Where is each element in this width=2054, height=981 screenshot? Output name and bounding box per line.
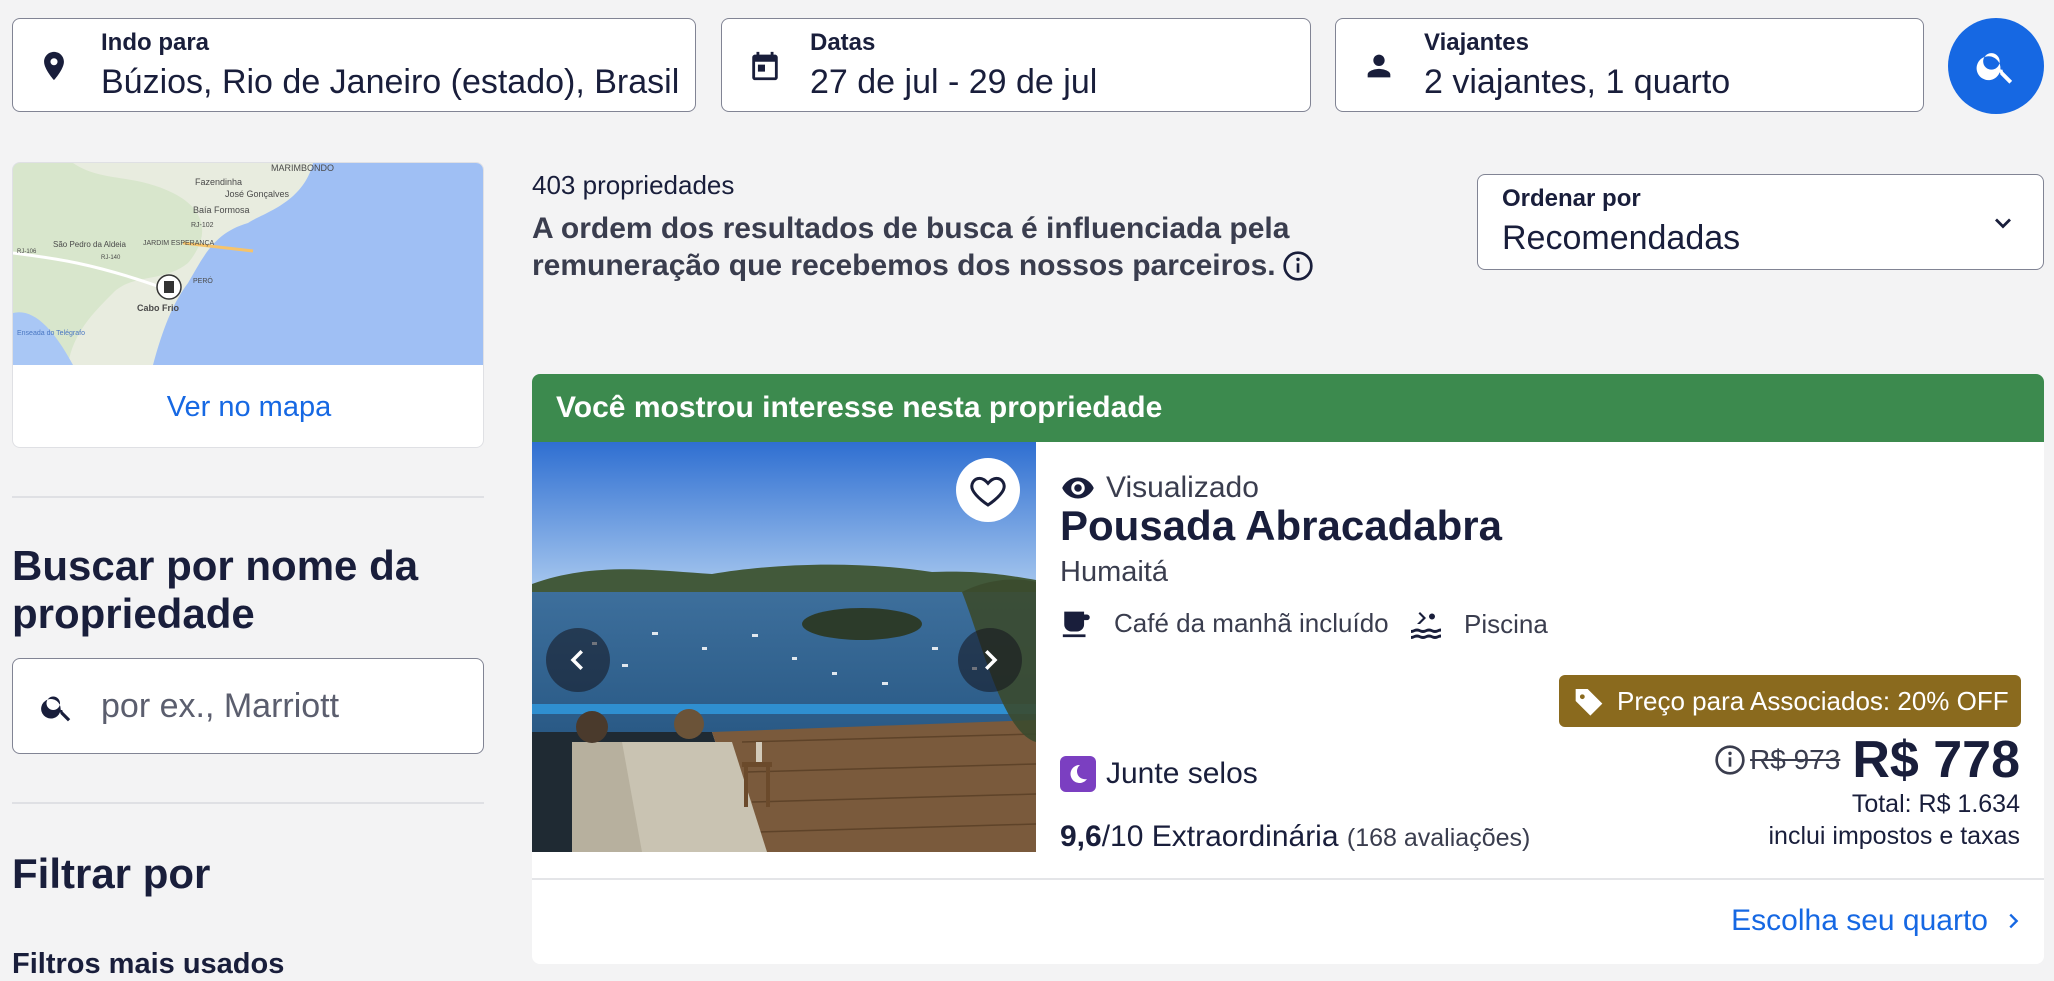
amenity-label: Café da manhã incluído: [1114, 607, 1389, 638]
current-price: R$ 778: [1852, 731, 2020, 789]
amenity-pool: Piscina: [1408, 606, 1548, 642]
view-on-map-link[interactable]: Ver no mapa: [13, 365, 483, 447]
loyalty-label: Junte selos: [1106, 757, 1258, 790]
property-card[interactable]: Você mostrou interesse nesta propriedade: [532, 374, 2044, 964]
filter-heading: Filtrar por: [12, 850, 211, 897]
map-label: MARIMBONDO: [271, 163, 334, 173]
map-label: Enseada do Telégrafo: [17, 330, 85, 337]
dates-value: 27 de jul - 29 de jul: [810, 63, 1098, 101]
property-name[interactable]: Pousada Abracadabra: [1060, 502, 1502, 550]
rating-score: 9,6: [1060, 820, 1102, 853]
location-pin-icon: [44, 51, 64, 81]
chevron-right-icon: [2009, 913, 2019, 929]
eye-icon: [1062, 477, 1094, 499]
guest-rating: 9,6/10 Extraordinária (168 avaliações): [1060, 820, 1530, 854]
rating-scale: /10: [1101, 820, 1144, 853]
property-photo[interactable]: [532, 442, 1036, 852]
filter-subheading: Filtros mais usados: [12, 948, 285, 980]
total-price: Total: R$ 1.634: [1851, 790, 2020, 818]
coffee-cup-icon: [1062, 611, 1090, 638]
favorite-button[interactable]: [956, 458, 1020, 522]
travelers-field[interactable]: Viajantes 2 viajantes, 1 quarto: [1335, 18, 1924, 112]
dates-field[interactable]: Datas 27 de jul - 29 de jul: [721, 18, 1311, 112]
original-price: R$ 973: [1750, 744, 1841, 775]
map-card[interactable]: Fazendinha MARIMBONDO José Gonçalves Baí…: [12, 162, 484, 448]
taxes-note: inclui impostos e taxas: [1768, 822, 2020, 850]
dates-label: Datas: [810, 29, 876, 56]
rating-review-count: (168 avaliações): [1346, 824, 1531, 852]
moon-icon: [1060, 756, 1096, 792]
travelers-value: 2 viajantes, 1 quarto: [1424, 63, 1731, 101]
map-label: RJ-140: [101, 255, 121, 261]
info-icon[interactable]: [1282, 250, 1314, 282]
interest-banner: Você mostrou interesse nesta propriedade: [532, 374, 2044, 442]
results-count: 403 propriedades: [532, 170, 735, 200]
member-price-badge: Preço para Associados: 20% OFF: [1559, 675, 2021, 727]
loyalty-stamps: Junte selos: [1060, 756, 1258, 792]
map-label: São Pedro da Aldeia: [53, 240, 126, 249]
disclaimer-text: A ordem dos resultados de busca é influe…: [532, 212, 1290, 282]
map-label: Baía Formosa: [193, 205, 250, 215]
sort-label: Ordenar por: [1502, 185, 1641, 212]
viewed-indicator: Visualizado: [1060, 470, 1259, 506]
chevron-down-icon: [1995, 218, 2011, 229]
destination-label: Indo para: [101, 29, 210, 56]
divider: [12, 496, 484, 498]
map-label: RJ-102: [191, 222, 214, 229]
choose-room-label: Escolha seu quarto: [1731, 904, 1988, 937]
member-badge-text: Preço para Associados: 20% OFF: [1617, 685, 2009, 716]
person-icon: [1367, 54, 1391, 78]
previous-photo-button[interactable]: [546, 628, 610, 692]
name-search-heading: Buscar por nome da propriedade: [12, 542, 419, 637]
sort-dropdown[interactable]: Ordenar por Recomendadas: [1477, 174, 2044, 270]
map-label: RJ-106: [17, 249, 37, 255]
divider: [12, 802, 484, 804]
chevron-left-icon: [570, 650, 583, 670]
chevron-right-icon: [985, 650, 998, 670]
destination-value: Búzios, Rio de Janeiro (estado), Brasil: [101, 63, 680, 101]
price-row: R$ 973 R$ 778: [1714, 730, 2020, 790]
info-icon[interactable]: [1714, 744, 1746, 776]
property-name-placeholder: por ex., Marriott: [101, 687, 340, 725]
next-photo-button[interactable]: [958, 628, 1022, 692]
search-icon: [41, 696, 71, 722]
divider: [532, 878, 2044, 880]
viewed-label: Visualizado: [1106, 471, 1259, 504]
rating-descriptor: Extraordinária: [1151, 820, 1339, 853]
map-label: José Gonçalves: [225, 189, 290, 199]
destination-field[interactable]: Indo para Búzios, Rio de Janeiro (estado…: [12, 18, 696, 112]
map-label: Cabo Frio: [137, 303, 180, 313]
calendar-icon: [752, 51, 778, 81]
heart-icon: [970, 476, 1006, 507]
tag-icon: [1575, 689, 1603, 716]
ranking-disclaimer: A ordem dos resultados de busca é influe…: [532, 210, 1462, 284]
amenity-label: Piscina: [1464, 608, 1548, 639]
map-label: PERÓ: [193, 276, 213, 285]
search-button[interactable]: [1948, 18, 2044, 114]
sort-value: Recomendadas: [1502, 219, 1741, 257]
map-label: JARDIM ESPERANÇA: [143, 240, 215, 247]
map-thumbnail[interactable]: Fazendinha MARIMBONDO José Gonçalves Baí…: [13, 163, 484, 365]
amenity-breakfast: Café da manhã incluído: [1060, 606, 1389, 640]
property-name-search-input[interactable]: por ex., Marriott: [12, 658, 484, 754]
search-icon: [1976, 53, 2013, 84]
travelers-label: Viajantes: [1424, 29, 1529, 56]
choose-room-link[interactable]: Escolha seu quarto: [1731, 904, 2024, 938]
map-label: Fazendinha: [195, 177, 242, 187]
pool-icon: [1411, 612, 1441, 639]
property-area: Humaitá: [1060, 556, 1168, 588]
